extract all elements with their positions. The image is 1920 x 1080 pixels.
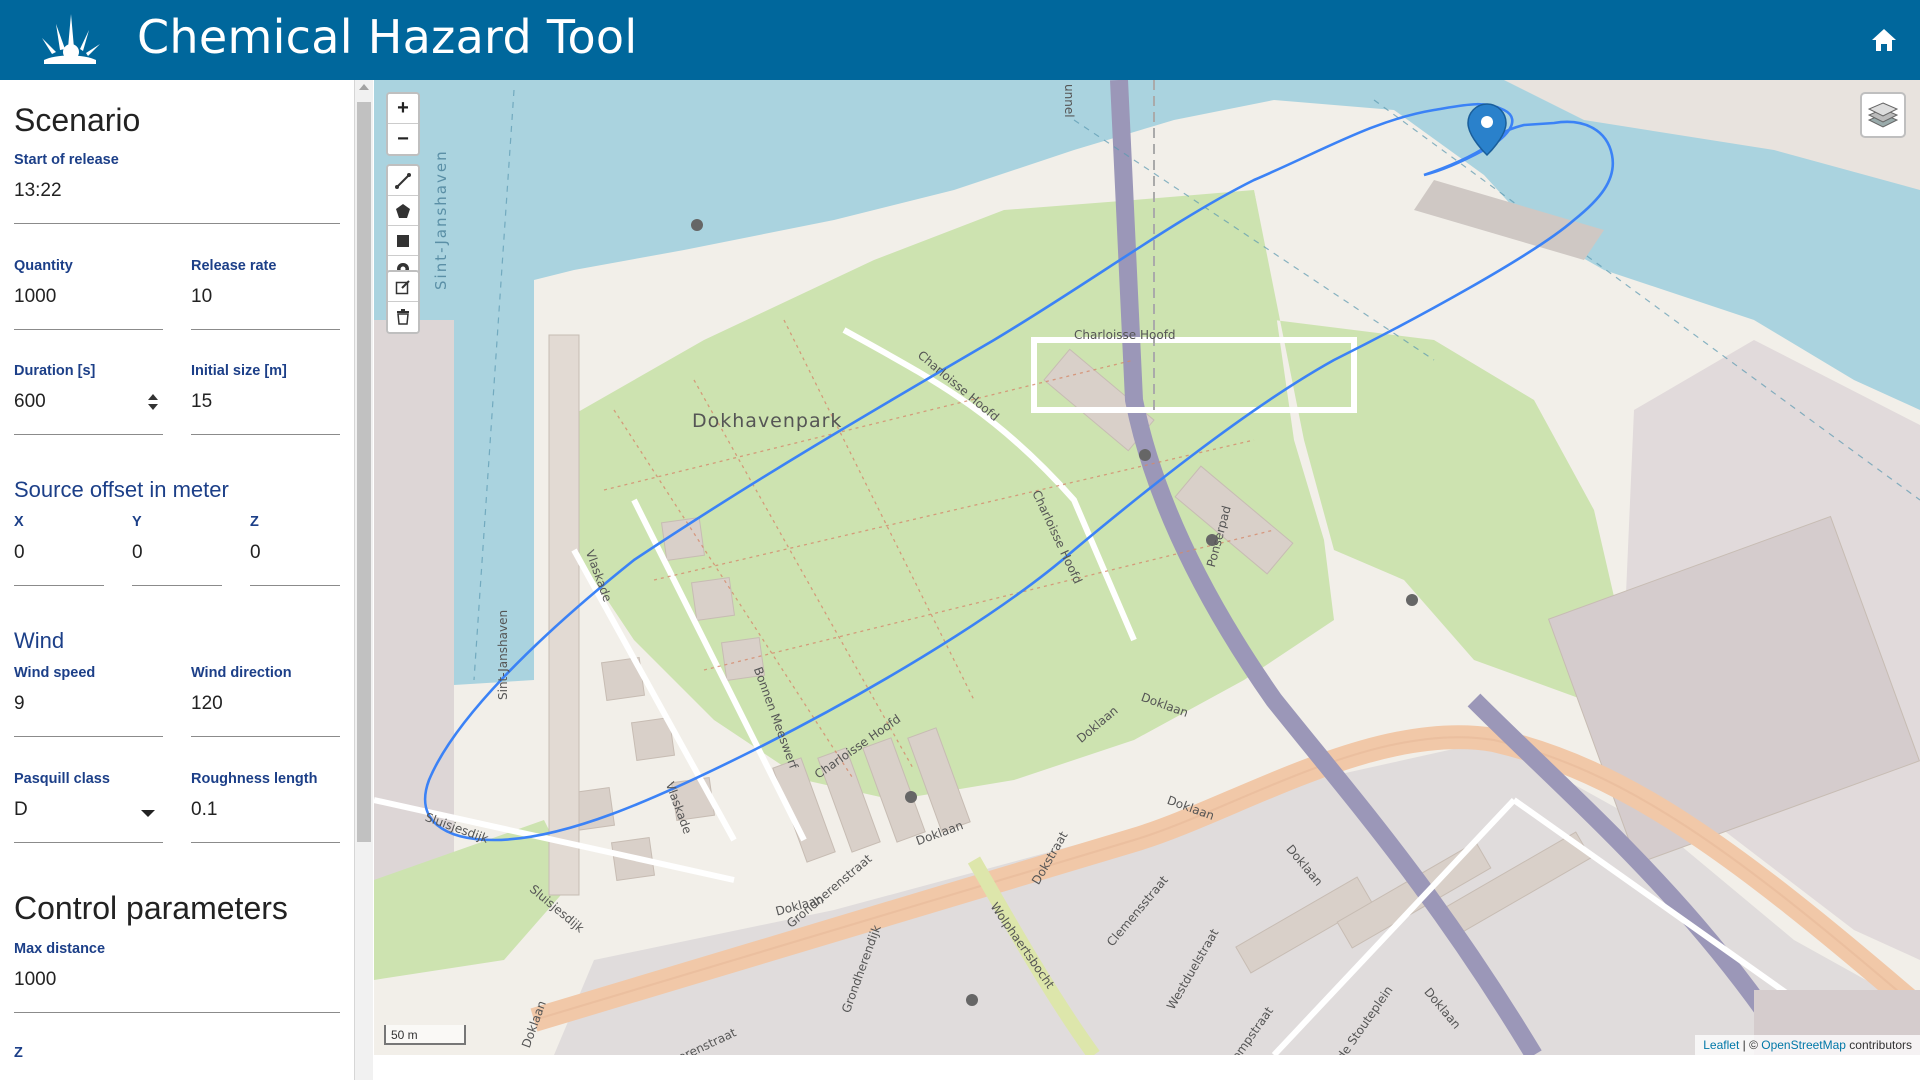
wind-direction-label: Wind direction: [191, 665, 292, 681]
map-attribution: Leaflet | © OpenStreetMap contributors: [1695, 1035, 1920, 1055]
home-icon[interactable]: [1870, 26, 1898, 54]
leaflet-link[interactable]: Leaflet: [1703, 1038, 1739, 1052]
duration-label: Duration [s]: [14, 363, 96, 379]
sidebar-scrollbar[interactable]: [355, 80, 373, 1080]
duration-field[interactable]: [14, 383, 163, 435]
control-z-label: Z: [14, 1045, 23, 1061]
release-rate-field[interactable]: [191, 278, 340, 330]
quantity-label: Quantity: [14, 258, 73, 274]
initial-size-label: Initial size [m]: [191, 363, 287, 379]
wind-title: Wind: [14, 628, 65, 653]
layers-icon: [1867, 102, 1899, 128]
draw-polyline-button[interactable]: [388, 166, 418, 196]
offset-x-label: X: [14, 514, 24, 530]
scenario-sidebar: Scenario Start of release Quantity Relea…: [0, 80, 355, 1080]
quantity-field[interactable]: [14, 278, 163, 330]
wind-direction-field[interactable]: [191, 685, 340, 737]
map-bottom-strip: [374, 1055, 1920, 1080]
draw-polygon-button[interactable]: [388, 196, 418, 226]
offset-x-input[interactable]: [14, 542, 104, 564]
app-header: Chemical Hazard Tool: [0, 0, 1920, 80]
attribution-suffix: contributors: [1845, 1038, 1912, 1052]
edit-toolbar: [386, 270, 420, 334]
offset-x-field[interactable]: [14, 534, 104, 586]
map-view[interactable]: Dokhavenpark Sint-Janshaven Sint-Janshav…: [374, 80, 1920, 1055]
draw-rectangle-button[interactable]: [388, 226, 418, 256]
wind-speed-input[interactable]: [14, 693, 163, 715]
pasquill-class-select[interactable]: D: [14, 791, 163, 843]
wind-speed-label: Wind speed: [14, 665, 96, 681]
start-of-release-label: Start of release: [14, 152, 119, 168]
polygon-icon: [396, 203, 410, 218]
control-parameters-title: Control parameters: [14, 890, 288, 926]
roughness-length-field[interactable]: [191, 791, 340, 843]
offset-y-label: Y: [132, 514, 142, 530]
map-label-street-janshaven: Sint-Janshaven: [496, 609, 510, 700]
release-rate-input[interactable]: [191, 286, 340, 308]
map-label-park: Dokhavenpark: [692, 410, 843, 432]
max-distance-input[interactable]: [14, 969, 340, 991]
offset-z-label: Z: [250, 514, 259, 530]
offset-y-input[interactable]: [132, 542, 222, 564]
offset-z-field[interactable]: [250, 534, 340, 586]
edit-layers-button[interactable]: [388, 272, 418, 302]
duration-stepper[interactable]: [147, 392, 159, 412]
map-label-tunnel: unnel: [1062, 84, 1076, 118]
initial-size-field[interactable]: [191, 383, 340, 435]
polyline-icon: [395, 172, 411, 189]
max-distance-field[interactable]: [14, 961, 340, 1013]
start-of-release-field[interactable]: [14, 172, 340, 224]
map-label-harbour: Sint-Janshaven: [432, 149, 450, 290]
zoom-control: + −: [386, 92, 420, 156]
delete-layers-button[interactable]: [388, 302, 418, 332]
wind-speed-field[interactable]: [14, 685, 163, 737]
zoom-in-button[interactable]: +: [388, 94, 418, 124]
hazard-logo-icon: [42, 14, 100, 64]
layers-control-button[interactable]: [1860, 92, 1906, 138]
source-offset-title: Source offset in meter: [14, 477, 229, 502]
chevron-down-icon: [141, 810, 155, 817]
attribution-separator: | ©: [1739, 1038, 1762, 1052]
offset-z-input[interactable]: [250, 542, 340, 564]
scenario-title: Scenario: [14, 102, 141, 138]
roughness-length-input[interactable]: [191, 799, 340, 821]
map-label-charloisse-hoofd-1: Charloisse Hoofd: [1074, 328, 1176, 342]
initial-size-input[interactable]: [191, 391, 340, 413]
release-rate-label: Release rate: [191, 258, 277, 274]
scrollbar-thumb[interactable]: [357, 102, 371, 842]
wind-direction-input[interactable]: [191, 693, 340, 715]
app-title: Chemical Hazard Tool: [137, 10, 638, 64]
map-scale: 50 m: [384, 1025, 466, 1045]
max-distance-label: Max distance: [14, 941, 106, 957]
offset-y-field[interactable]: [132, 534, 222, 586]
scroll-up-arrow[interactable]: [359, 84, 369, 90]
zoom-out-button[interactable]: −: [388, 124, 418, 154]
start-of-release-input[interactable]: [14, 180, 340, 202]
openstreetmap-link[interactable]: OpenStreetMap: [1761, 1038, 1846, 1052]
pasquill-class-label: Pasquill class: [14, 771, 110, 787]
roughness-length-label: Roughness length: [191, 771, 318, 787]
quantity-input[interactable]: [14, 286, 163, 308]
duration-input[interactable]: [14, 391, 163, 413]
trash-icon: [397, 309, 409, 325]
edit-icon: [395, 279, 410, 294]
rectangle-icon: [397, 234, 409, 247]
